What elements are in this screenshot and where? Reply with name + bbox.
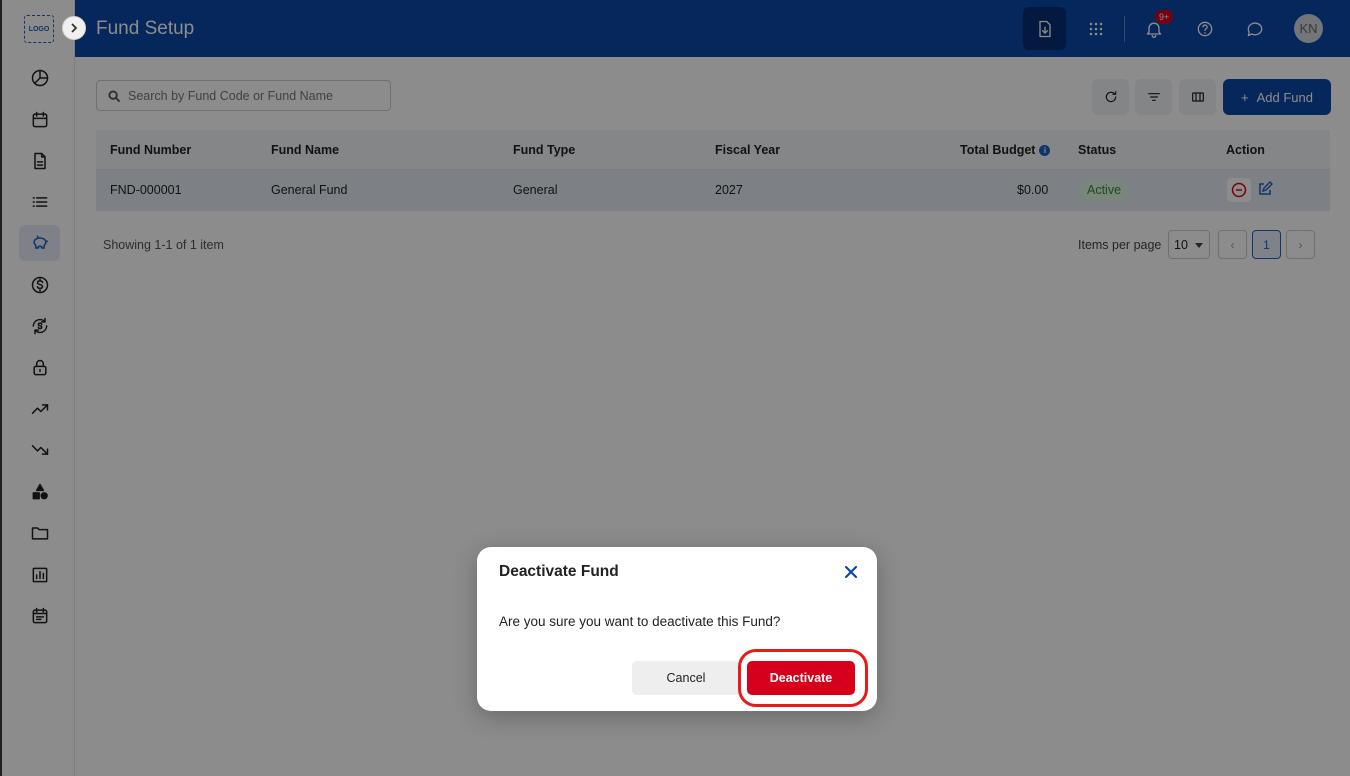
dialog-title: Deactivate Fund	[499, 563, 619, 580]
sidebar-expand-button[interactable]	[62, 16, 86, 40]
cancel-button[interactable]: Cancel	[632, 661, 740, 695]
highlight-ring	[738, 649, 868, 707]
dialog-close-button[interactable]	[842, 563, 860, 581]
chevron-right-icon	[71, 23, 78, 33]
close-icon	[844, 565, 858, 579]
dialog-message: Are you sure you want to deactivate this…	[499, 614, 781, 629]
deactivate-fund-dialog: Deactivate Fund Are you sure you want to…	[477, 547, 877, 711]
